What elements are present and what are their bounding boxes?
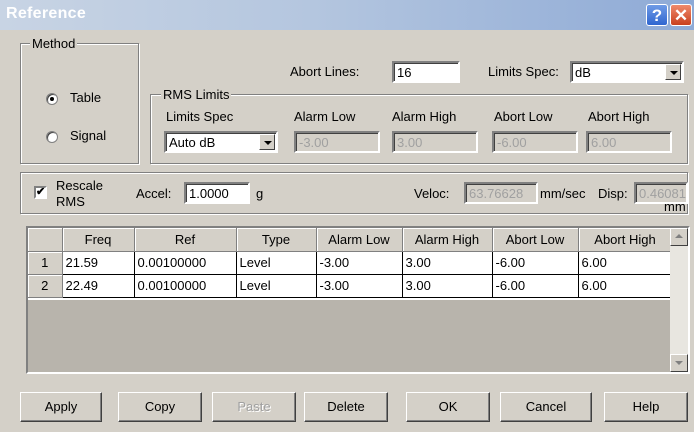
cell-abort-high[interactable]: 6.00: [578, 251, 673, 275]
help-button[interactable]: Help: [604, 392, 688, 422]
cell-type[interactable]: Level: [236, 251, 317, 275]
cell-alarm-high[interactable]: 3.00: [402, 274, 493, 298]
alarm-high-label: Alarm High: [392, 109, 457, 124]
abort-low-label: Abort Low: [494, 109, 553, 124]
limits-spec-select[interactable]: dB: [570, 61, 684, 83]
cell-freq[interactable]: 21.59: [62, 251, 135, 275]
title-bar[interactable]: Reference ? ✕: [0, 0, 694, 30]
table-grid: Freq Ref Type Alarm Low Alarm High Abort…: [28, 228, 673, 298]
abort-lines-label: Abort Lines:: [290, 64, 360, 79]
paste-button[interactable]: Paste: [212, 392, 296, 422]
cell-abort-low[interactable]: -6.00: [492, 274, 579, 298]
row-number[interactable]: 1: [28, 251, 63, 275]
cancel-button[interactable]: Cancel: [500, 392, 592, 422]
chevron-down-icon[interactable]: [259, 134, 275, 150]
corner-cell: [28, 228, 63, 252]
veloc-label: Veloc:: [414, 186, 450, 201]
close-button[interactable]: ✕: [670, 4, 692, 26]
abort-low-field: -6.00: [492, 131, 578, 153]
window-title: Reference: [6, 5, 87, 22]
method-legend: Method: [30, 36, 78, 51]
vertical-scrollbar[interactable]: [670, 228, 688, 372]
limits-spec-value: dB: [575, 65, 591, 80]
rms-limits-spec-select[interactable]: Auto dB: [164, 131, 278, 153]
alarm-high-field: 3.00: [392, 131, 478, 153]
rescale-label-line1[interactable]: Rescale: [56, 178, 103, 193]
abort-lines-input[interactable]: 16: [392, 61, 460, 83]
limits-spec-label: Limits Spec:: [488, 64, 559, 79]
col-header-alarm-low[interactable]: Alarm Low: [316, 228, 403, 252]
rms-limits-legend: RMS Limits: [161, 87, 232, 102]
rescale-rms-checkbox[interactable]: ✔: [34, 186, 47, 199]
method-table-radio[interactable]: [46, 93, 58, 105]
table-row[interactable]: 2 22.49 0.00100000 Level -3.00 3.00 -6.0…: [28, 274, 673, 298]
col-header-type[interactable]: Type: [236, 228, 317, 252]
table-empty-area: [28, 300, 672, 372]
col-header-abort-low[interactable]: Abort Low: [492, 228, 579, 252]
veloc-field: 63.76628: [464, 182, 538, 204]
alarm-low-field: -3.00: [294, 131, 380, 153]
cell-abort-high[interactable]: 6.00: [578, 274, 673, 298]
col-header-abort-high[interactable]: Abort High: [578, 228, 673, 252]
help-title-button[interactable]: ?: [646, 4, 668, 26]
disp-label: Disp:: [598, 186, 628, 201]
cell-type[interactable]: Level: [236, 274, 317, 298]
delete-button[interactable]: Delete: [304, 392, 388, 422]
accel-label: Accel:: [136, 186, 172, 201]
rms-limits-spec-label: Limits Spec: [166, 109, 234, 124]
col-header-ref[interactable]: Ref: [134, 228, 237, 252]
cell-ref[interactable]: 0.00100000: [134, 251, 237, 275]
method-signal-radio[interactable]: [46, 131, 58, 143]
cell-ref[interactable]: 0.00100000: [134, 274, 237, 298]
table-row[interactable]: 1 21.59 0.00100000 Level -3.00 3.00 -6.0…: [28, 251, 673, 275]
cell-alarm-low[interactable]: -3.00: [316, 251, 403, 275]
cell-freq[interactable]: 22.49: [62, 274, 135, 298]
cell-abort-low[interactable]: -6.00: [492, 251, 579, 275]
rescale-row: [20, 172, 688, 214]
accel-unit: g: [256, 186, 264, 201]
chevron-down-icon[interactable]: [665, 64, 681, 80]
close-icon: ✕: [673, 6, 689, 25]
rms-limits-group: [150, 94, 688, 164]
method-table-label[interactable]: Table: [70, 90, 101, 105]
method-signal-label[interactable]: Signal: [70, 128, 106, 143]
reference-dialog: Reference ? ✕ Method Table Signal Abort …: [0, 0, 694, 432]
rms-limits-spec-value: Auto dB: [169, 135, 216, 150]
ok-button[interactable]: OK: [406, 392, 490, 422]
accel-input[interactable]: 1.0000: [184, 182, 250, 204]
table-header-row: Freq Ref Type Alarm Low Alarm High Abort…: [28, 228, 673, 252]
abort-high-label: Abort High: [588, 109, 650, 124]
cell-alarm-low[interactable]: -3.00: [316, 274, 403, 298]
abort-high-field: 6.00: [586, 131, 672, 153]
copy-button[interactable]: Copy: [118, 392, 202, 422]
alarm-low-label: Alarm Low: [294, 109, 356, 124]
col-header-alarm-high[interactable]: Alarm High: [402, 228, 493, 252]
scroll-up-icon[interactable]: [670, 228, 688, 246]
apply-button[interactable]: Apply: [20, 392, 102, 422]
question-icon: ?: [651, 6, 663, 25]
veloc-unit: mm/sec: [540, 186, 586, 201]
reference-table: Freq Ref Type Alarm Low Alarm High Abort…: [26, 226, 690, 374]
cell-alarm-high[interactable]: 3.00: [402, 251, 493, 275]
scroll-down-icon[interactable]: [670, 354, 688, 372]
col-header-freq[interactable]: Freq: [62, 228, 135, 252]
rescale-label-line2[interactable]: RMS: [56, 194, 85, 209]
row-number[interactable]: 2: [28, 274, 63, 298]
disp-unit: mm: [664, 199, 686, 214]
